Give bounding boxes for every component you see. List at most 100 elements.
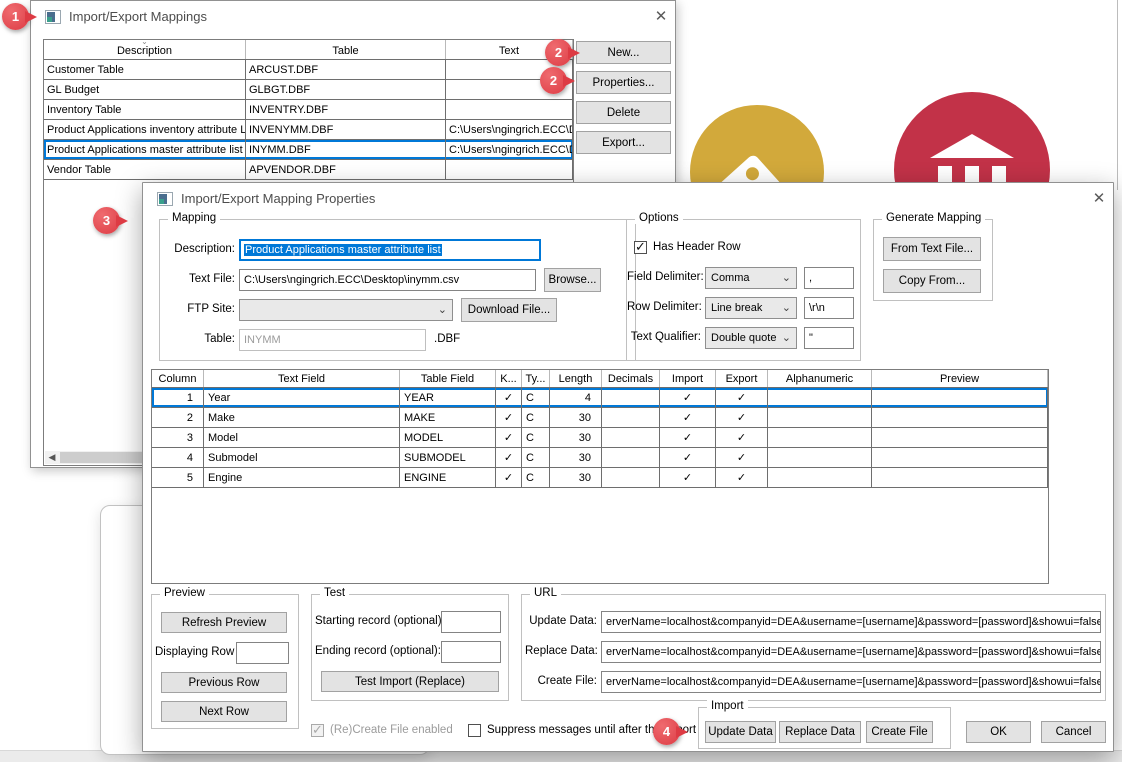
checkmark-cell[interactable]: ✓ (496, 468, 522, 487)
grid-row[interactable]: 1YearYEAR✓C4✓✓ (152, 388, 1048, 408)
mapping-row[interactable]: Customer TableARCUST.DBF (44, 60, 573, 80)
export-button[interactable]: Export... (576, 131, 671, 154)
mapping-cell[interactable] (446, 160, 573, 179)
mapping-cell[interactable]: C:\Users\ngingrich.ECC\D (446, 140, 573, 159)
grid-row[interactable]: 5EngineENGINE✓C30✓✓ (152, 468, 1048, 488)
browse-button[interactable]: Browse... (544, 268, 601, 292)
grid-cell[interactable]: YEAR (400, 388, 496, 407)
grid-cell[interactable]: C (522, 468, 550, 487)
grid-cell[interactable] (872, 468, 1048, 487)
mapping-row[interactable]: GL BudgetGLBGT.DBF (44, 80, 573, 100)
grid-cell[interactable]: SUBMODEL (400, 448, 496, 467)
grid-column-header[interactable]: Preview (872, 370, 1048, 387)
grid-cell[interactable]: C (522, 388, 550, 407)
grid-cell[interactable]: 3 (152, 428, 204, 447)
grid-cell[interactable]: C (522, 408, 550, 427)
ftp-site-select[interactable]: ⌄ (239, 299, 453, 321)
checkmark-cell[interactable]: ✓ (716, 448, 768, 467)
grid-column-header[interactable]: Decimals (602, 370, 660, 387)
replace-data-button[interactable]: Replace Data (779, 721, 861, 743)
grid-cell[interactable]: C (522, 428, 550, 447)
grid-cell[interactable] (602, 428, 660, 447)
text-file-input[interactable]: C:\Users\ngingrich.ECC\Desktop\inymm.csv (239, 269, 536, 291)
grid-cell[interactable]: 4 (550, 388, 602, 407)
previous-row-button[interactable]: Previous Row (161, 672, 287, 693)
checkmark-cell[interactable]: ✓ (496, 448, 522, 467)
refresh-preview-button[interactable]: Refresh Preview (161, 612, 287, 633)
grid-cell[interactable] (602, 468, 660, 487)
grid-cell[interactable]: C (522, 448, 550, 467)
row-delimiter-char-input[interactable]: \r\n (804, 297, 854, 319)
grid-cell[interactable] (768, 428, 872, 447)
checkmark-cell[interactable]: ✓ (716, 388, 768, 407)
cancel-button[interactable]: Cancel (1041, 721, 1106, 743)
ok-button[interactable]: OK (966, 721, 1031, 743)
grid-cell[interactable] (872, 448, 1048, 467)
mapping-cell[interactable]: C:\Users\ngingrich.ECC\D (446, 120, 573, 139)
download-file-button[interactable]: Download File... (461, 298, 557, 322)
mapping-cell[interactable] (446, 100, 573, 119)
delete-button[interactable]: Delete (576, 101, 671, 124)
grid-column-header[interactable]: Alphanumeric (768, 370, 872, 387)
grid-cell[interactable]: 30 (550, 468, 602, 487)
ending-record-input[interactable] (441, 641, 501, 663)
text-qualifier-select[interactable]: Double quote ⌄ (705, 327, 797, 349)
checkmark-cell[interactable]: ✓ (496, 388, 522, 407)
mapping-cell[interactable]: APVENDOR.DBF (246, 160, 446, 179)
list-column-header[interactable]: Description⌄ (44, 40, 246, 59)
create-file-url-input[interactable]: erverName=localhost&companyid=DEA&userna… (601, 671, 1101, 693)
suppress-messages-checkbox[interactable] (468, 724, 481, 737)
grid-cell[interactable] (872, 388, 1048, 407)
columns-grid[interactable]: ColumnText FieldTable FieldK...Ty...Leng… (151, 369, 1049, 584)
grid-row[interactable]: 3ModelMODEL✓C30✓✓ (152, 428, 1048, 448)
grid-column-header[interactable]: K... (496, 370, 522, 387)
grid-cell[interactable]: Year (204, 388, 400, 407)
mapping-row[interactable]: Vendor TableAPVENDOR.DBF (44, 160, 573, 180)
grid-column-header[interactable]: Length (550, 370, 602, 387)
list-column-header[interactable]: Table (246, 40, 446, 59)
displaying-row-input[interactable] (236, 642, 289, 664)
grid-cell[interactable] (872, 428, 1048, 447)
properties-button[interactable]: Properties... (576, 71, 671, 94)
grid-cell[interactable]: ENGINE (400, 468, 496, 487)
checkmark-cell[interactable]: ✓ (716, 408, 768, 427)
row-delimiter-select[interactable]: Line break ⌄ (705, 297, 797, 319)
mapping-row[interactable]: Product Applications inventory attribute… (44, 120, 573, 140)
checkmark-cell[interactable]: ✓ (660, 468, 716, 487)
checkmark-cell[interactable]: ✓ (660, 428, 716, 447)
grid-cell[interactable]: Model (204, 428, 400, 447)
update-data-button[interactable]: Update Data (705, 721, 776, 743)
new-button[interactable]: New... (576, 41, 671, 64)
mapping-cell[interactable]: Vendor Table (44, 160, 246, 179)
update-data-url-input[interactable]: erverName=localhost&companyid=DEA&userna… (601, 611, 1101, 633)
close-icon[interactable]: ✕ (1089, 189, 1109, 207)
checkmark-cell[interactable]: ✓ (496, 408, 522, 427)
create-file-button[interactable]: Create File (866, 721, 933, 743)
text-qualifier-char-input[interactable]: " (804, 327, 854, 349)
grid-column-header[interactable]: Column (152, 370, 204, 387)
mapping-cell[interactable]: INVENTRY.DBF (246, 100, 446, 119)
checkmark-cell[interactable]: ✓ (660, 448, 716, 467)
grid-cell[interactable] (872, 408, 1048, 427)
mapping-cell[interactable]: ARCUST.DBF (246, 60, 446, 79)
mapping-cell[interactable]: GLBGT.DBF (246, 80, 446, 99)
mapping-row[interactable]: Inventory TableINVENTRY.DBF (44, 100, 573, 120)
mapping-cell[interactable]: Inventory Table (44, 100, 246, 119)
mapping-cell[interactable]: INYMM.DBF (246, 140, 446, 159)
grid-cell[interactable]: 1 (152, 388, 204, 407)
checkmark-cell[interactable]: ✓ (660, 408, 716, 427)
grid-cell[interactable] (602, 408, 660, 427)
mapping-row[interactable]: Product Applications master attribute li… (44, 140, 573, 160)
grid-cell[interactable]: 30 (550, 428, 602, 447)
next-row-button[interactable]: Next Row (161, 701, 287, 722)
grid-cell[interactable] (602, 448, 660, 467)
grid-cell[interactable] (768, 468, 872, 487)
checkmark-cell[interactable]: ✓ (660, 388, 716, 407)
grid-cell[interactable]: MODEL (400, 428, 496, 447)
grid-cell[interactable]: 4 (152, 448, 204, 467)
grid-cell[interactable] (768, 408, 872, 427)
grid-column-header[interactable]: Import (660, 370, 716, 387)
starting-record-input[interactable] (441, 611, 501, 633)
checkmark-cell[interactable]: ✓ (496, 428, 522, 447)
grid-cell[interactable]: Submodel (204, 448, 400, 467)
